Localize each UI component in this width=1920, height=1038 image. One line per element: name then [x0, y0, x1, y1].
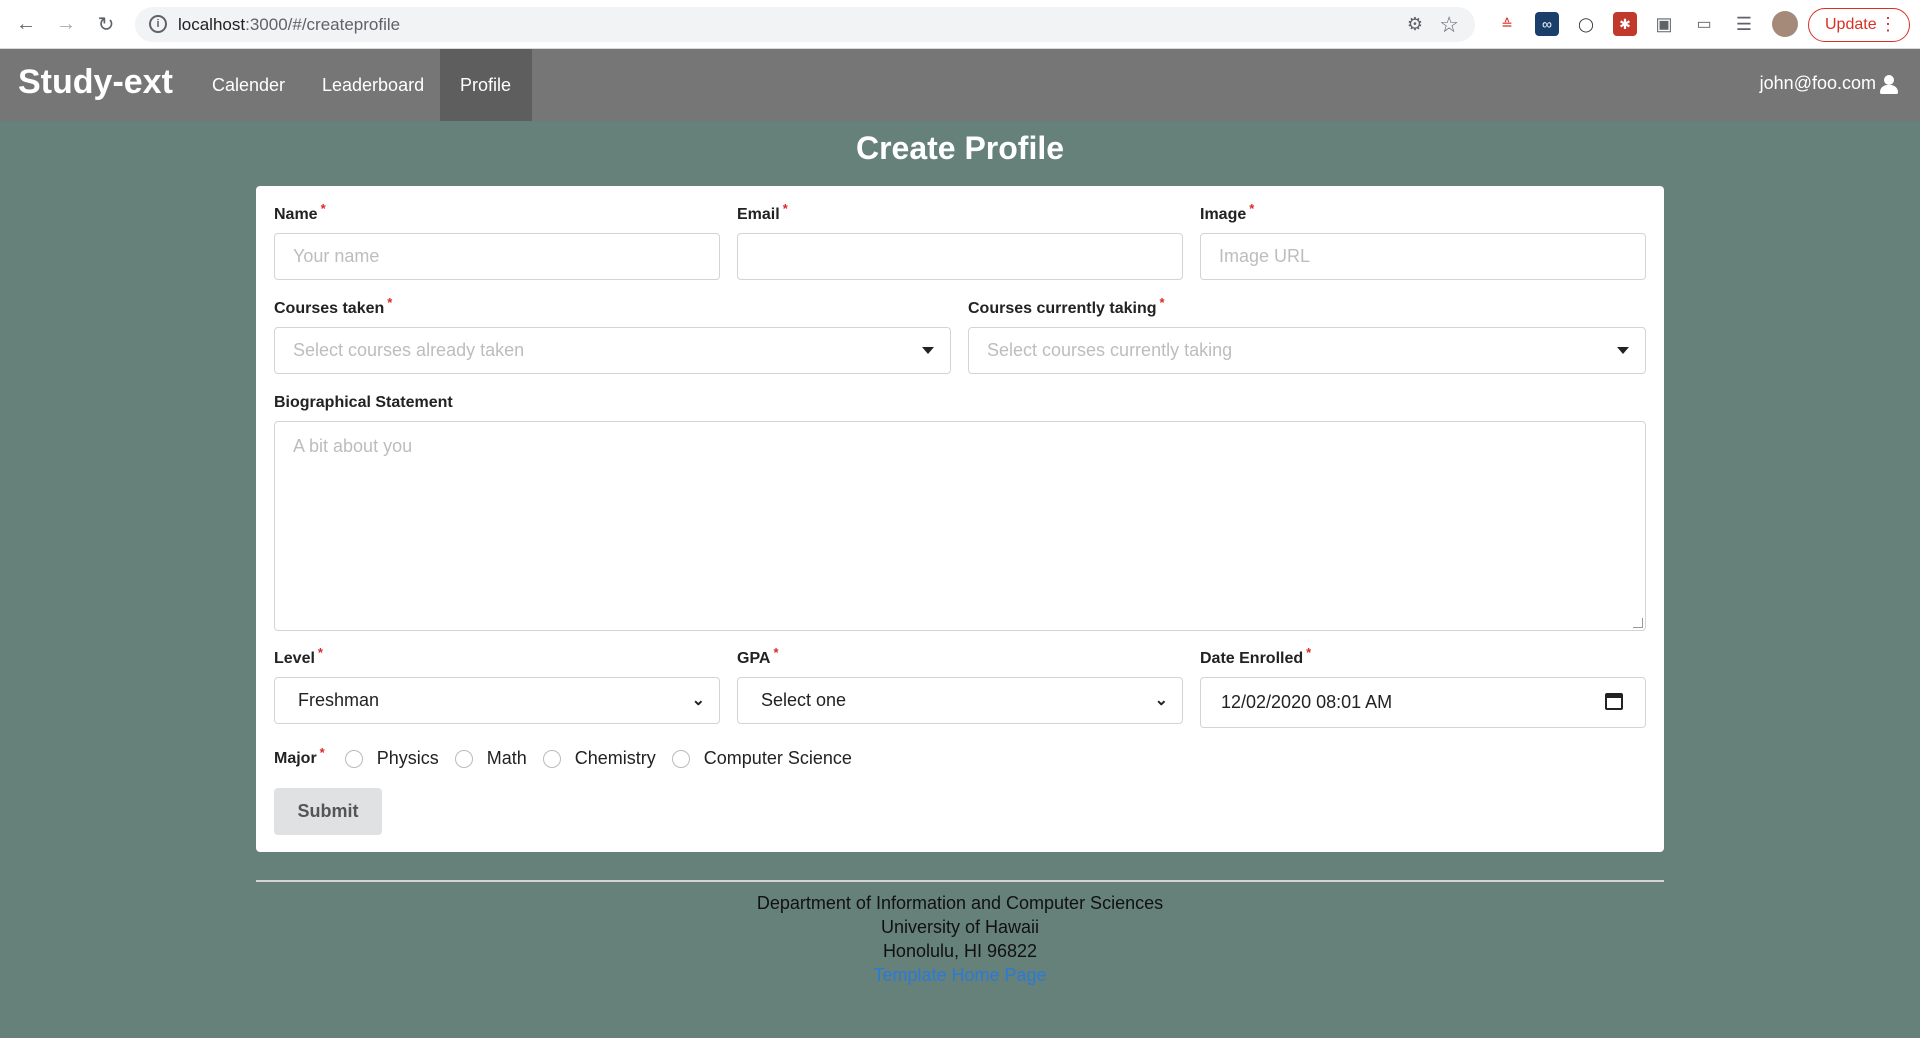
avatar[interactable]	[1772, 11, 1798, 37]
level-value: Freshman	[298, 690, 380, 710]
reload-icon[interactable]: ↻	[92, 10, 120, 38]
bookmark-star-icon[interactable]: ☆	[1439, 12, 1459, 38]
level-select[interactable]: Freshman ⌄	[274, 677, 720, 724]
back-icon[interactable]: ←	[12, 10, 40, 38]
extension-icon[interactable]: ∞	[1535, 12, 1559, 36]
nav-profile[interactable]: Profile	[440, 49, 532, 121]
address-bar[interactable]: i localhost:3000/#/createprofile ⚙ ☆	[135, 7, 1475, 42]
image-label: Image *	[1200, 201, 1255, 223]
user-email: john@foo.com	[1759, 73, 1876, 93]
media-icon[interactable]: ☰	[1732, 12, 1756, 36]
major-option-physics[interactable]: Physics	[344, 748, 439, 769]
dropdown-caret-icon	[1617, 347, 1629, 354]
date-enrolled-label: Date Enrolled *	[1200, 645, 1312, 667]
footer-university: University of Hawaii	[880, 917, 1040, 937]
chevron-down-icon: ⌄	[691, 692, 705, 709]
app-navbar: Study-ext Calender Leaderboard Profile j…	[0, 49, 1920, 121]
courses-current-label: Courses currently taking *	[968, 295, 1165, 317]
image-url-input[interactable]: Image URL	[1200, 233, 1646, 280]
key-icon[interactable]: ⚙	[1407, 14, 1423, 35]
courses-taken-dropdown[interactable]: Select courses already taken	[274, 327, 951, 374]
calendar-icon[interactable]	[1605, 693, 1623, 710]
dropdown-caret-icon	[922, 347, 934, 354]
url-text[interactable]: localhost:3000/#/createprofile	[178, 15, 400, 35]
extension-icon[interactable]: ✱	[1613, 12, 1637, 36]
gpa-value: Select one	[761, 690, 847, 710]
resize-handle-icon[interactable]	[1633, 618, 1643, 628]
bio-placeholder: A bit about you	[293, 436, 413, 456]
radio-button[interactable]	[671, 749, 690, 768]
footer-home-link[interactable]: Template Home Page	[0, 963, 1920, 987]
menu-dots-icon: ⋮	[1879, 14, 1897, 34]
major-radio-group: Major * Physics Math Chemistry Computer S…	[274, 744, 868, 769]
nav-leaderboard[interactable]: Leaderboard	[302, 49, 444, 121]
major-option-chemistry[interactable]: Chemistry	[542, 748, 656, 769]
forward-icon[interactable]: →	[52, 10, 80, 38]
major-label: Major *	[274, 744, 325, 767]
email-input[interactable]	[737, 233, 1183, 280]
chevron-down-icon: ⌄	[1154, 692, 1168, 709]
courses-taken-label: Courses taken *	[274, 295, 393, 317]
level-label: Level *	[274, 645, 323, 667]
submit-button[interactable]: Submit	[274, 788, 382, 835]
brand-logo[interactable]: Study-ext	[18, 63, 173, 102]
courses-taken-placeholder: Select courses already taken	[293, 340, 525, 360]
radio-button[interactable]	[454, 749, 473, 768]
footer-address: Honolulu, HI 96822	[882, 941, 1038, 961]
name-label: Name *	[274, 201, 326, 223]
major-option-computer-science[interactable]: Computer Science	[671, 748, 852, 769]
footer-divider	[256, 880, 1664, 882]
browser-toolbar: ← → ↻ i localhost:3000/#/createprofile ⚙…	[0, 0, 1920, 49]
user-menu[interactable]: john@foo.com	[1760, 73, 1898, 94]
date-enrolled-value: 12/02/2020 08:01 AM	[1221, 692, 1393, 712]
nav-calender[interactable]: Calender	[192, 49, 305, 121]
major-option-math[interactable]: Math	[454, 748, 527, 769]
site-info-icon[interactable]: i	[149, 15, 167, 33]
date-enrolled-input[interactable]: 12/02/2020 08:01 AM	[1200, 677, 1646, 728]
extension-icon[interactable]: ≙	[1495, 12, 1519, 36]
page-title: Create Profile	[855, 130, 1065, 166]
footer-department: Department of Information and Computer S…	[756, 893, 1164, 913]
cast-icon[interactable]: ▭	[1692, 12, 1716, 36]
courses-current-dropdown[interactable]: Select courses currently taking	[968, 327, 1646, 374]
gpa-label: GPA *	[737, 645, 779, 667]
gpa-select[interactable]: Select one ⌄	[737, 677, 1183, 724]
courses-current-placeholder: Select courses currently taking	[987, 340, 1233, 360]
bio-label: Biographical Statement	[274, 394, 453, 411]
email-label: Email *	[737, 201, 788, 223]
footer: Department of Information and Computer S…	[0, 891, 1920, 987]
name-input[interactable]: Your name	[274, 233, 720, 280]
extension-icon[interactable]: ◯	[1574, 12, 1598, 36]
radio-button[interactable]	[344, 749, 363, 768]
radio-button[interactable]	[542, 749, 561, 768]
user-icon	[1880, 74, 1898, 94]
bio-textarea[interactable]: A bit about you	[274, 421, 1646, 631]
update-button[interactable]: Update ⋮	[1808, 8, 1910, 42]
puzzle-icon[interactable]: ▣	[1652, 12, 1676, 36]
create-profile-form: Name * Your name Email * Image * Image URL …	[256, 186, 1664, 852]
